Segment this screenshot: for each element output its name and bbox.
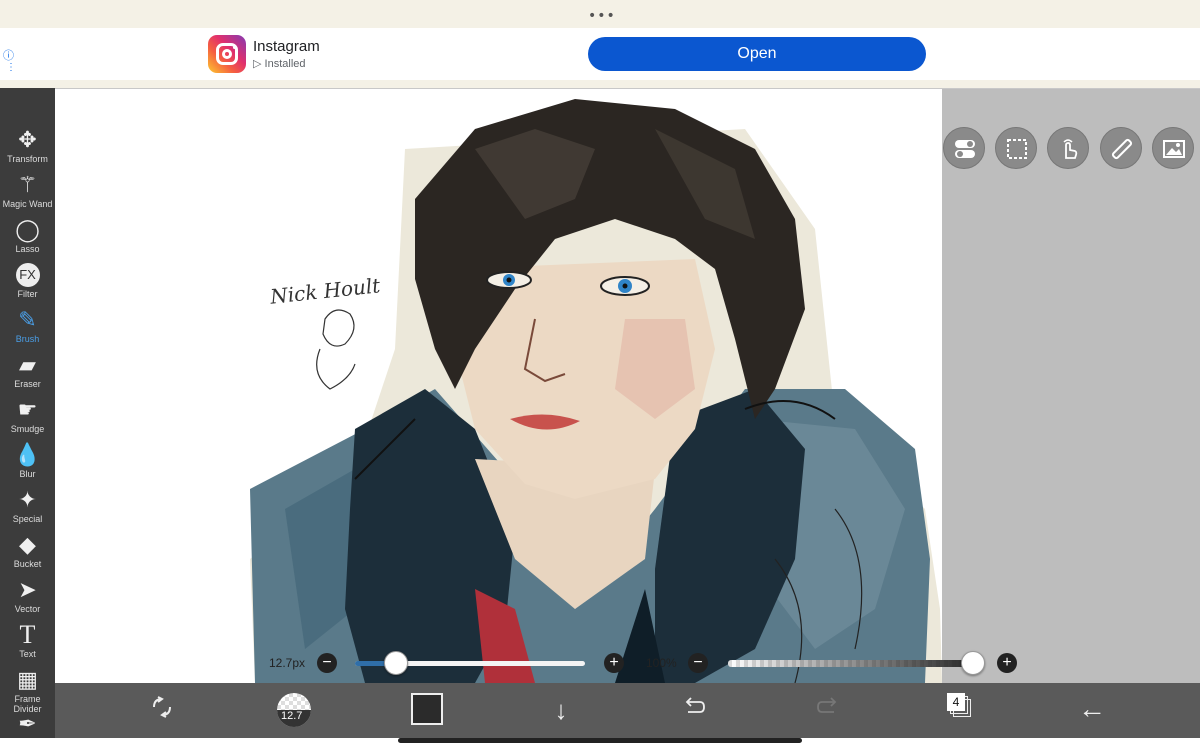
ad-info-icon[interactable]: ⓘ [3,50,14,62]
ad-status-label: Installed [264,58,306,70]
color-swatch-button[interactable] [411,693,443,727]
image-button[interactable] [1152,127,1194,169]
brush-sliders: 12.7px − + 100% − + [260,650,1030,676]
opacity-track[interactable] [728,660,973,667]
tool-brush[interactable]: ✎ Brush [0,306,55,350]
tool-special[interactable]: ✦ Special [0,486,55,530]
selection-icon [1007,139,1027,159]
layers-count: 4 [947,693,965,711]
tool-text[interactable]: T Text [0,621,55,665]
tool-label: Text [19,649,36,659]
tool-frame-divider[interactable]: ▦ Frame Divider [0,666,55,714]
tool-smudge[interactable]: ☛ Smudge [0,396,55,440]
tool-sidebar: ✥ Transform ⚚ Magic Wand ◯ Lasso FX Filt… [0,88,55,738]
toggle-icon [955,140,975,158]
right-panel [942,89,1200,683]
image-icon [1163,140,1185,158]
layers-button[interactable]: 4 [947,693,975,727]
instagram-logo-icon[interactable] [208,35,246,73]
redo-button[interactable] [813,693,843,727]
artwork [250,99,942,683]
ruler-icon [1111,138,1133,160]
open-button[interactable]: Open [588,37,926,71]
rotate-canvas-button[interactable] [147,693,177,727]
opacity-label: 100% [646,656,677,670]
tool-vector[interactable]: ➤ Vector [0,576,55,620]
tool-label: Vector [14,604,41,614]
drawing-canvas[interactable]: Nick Hoult [55,89,942,683]
download-button[interactable]: ↓ [547,693,575,727]
tool-lasso[interactable]: ◯ Lasso [0,216,55,260]
tool-eraser[interactable]: ▰ Eraser [0,351,55,395]
tool-label: Lasso [15,244,40,254]
tool-label: Filter [17,289,38,299]
undo-button[interactable] [679,693,709,727]
home-indicator[interactable] [398,738,802,743]
play-store-icon: ▷ [253,58,262,70]
back-button[interactable]: ← [1077,693,1107,727]
opacity-fill [728,660,973,667]
color-swatch [411,693,443,725]
frame-divider-icon: ▦ [17,667,38,692]
tool-label: Special [12,514,43,524]
lasso-icon: ◯ [15,217,40,242]
opacity-minus-button[interactable]: − [688,653,708,673]
tool-bucket[interactable]: ◆ Bucket [0,531,55,575]
special-wand-icon: ✦ [18,487,37,512]
brush-preview-size: 12.7 [281,710,303,722]
tool-blur[interactable]: 💧 Blur [0,441,55,485]
magic-wand-icon: ⚚ [17,172,38,197]
ad-menu-icon[interactable]: ⋮ [6,63,16,73]
brush-preview-icon: 12.7 [277,693,311,727]
ruler-button[interactable] [1100,127,1142,169]
tool-label: Brush [15,334,40,344]
text-icon: T [19,620,36,649]
tool-transform[interactable]: ✥ Transform [0,126,55,170]
opacity-plus-button[interactable]: + [997,653,1017,673]
eraser-icon: ▰ [19,352,36,377]
arrow-down-icon: ↓ [554,695,568,725]
rotate-canvas-icon [153,696,171,718]
tool-label: Blur [19,469,36,479]
bottom-toolbar: 12.7 ↓ 4 ← [55,683,1200,738]
brush-icon: ✎ [18,307,37,332]
brush-size-label: 12.7px [269,656,306,670]
vector-pointer-icon: ➤ [18,577,37,602]
size-minus-button[interactable]: − [317,653,337,673]
tool-label: Smudge [10,424,45,434]
blur-drop-icon: 💧 [13,442,42,467]
layers-icon: 4 [947,693,973,721]
arrow-left-icon: ← [1078,693,1106,724]
browser-menu-dots[interactable]: ••• [588,8,616,24]
eyedropper-icon: ✒ [18,711,37,736]
opacity-slider-thumb[interactable] [961,651,985,675]
tool-filter[interactable]: FX Filter [0,261,55,305]
ad-app-name: Instagram [253,38,320,55]
toggle-button[interactable] [943,127,985,169]
smudge-icon: ☛ [17,397,38,422]
tool-magic-wand[interactable]: ⚚ Magic Wand [0,171,55,215]
tool-label: Eraser [14,379,41,389]
size-slider-thumb[interactable] [384,651,409,675]
redo-icon [817,697,837,713]
tool-label: Bucket [13,559,42,569]
browser-top-bar: ••• [0,0,1200,28]
undo-icon [685,697,705,713]
tool-label: Transform [7,154,48,164]
bucket-icon: ◆ [19,532,36,557]
fx-icon: FX [0,261,55,289]
ad-install-status: ▷ Installed [253,57,306,70]
tool-label: Magic Wand [2,199,53,209]
selection-button[interactable] [995,127,1037,169]
brush-preview-button[interactable]: 12.7 [277,693,311,727]
tool-eyedropper[interactable]: ✒ [0,710,55,738]
size-plus-button[interactable]: + [604,653,624,673]
move-arrows-icon: ✥ [18,127,37,152]
touch-button[interactable] [1047,127,1089,169]
touch-icon [1063,139,1078,159]
